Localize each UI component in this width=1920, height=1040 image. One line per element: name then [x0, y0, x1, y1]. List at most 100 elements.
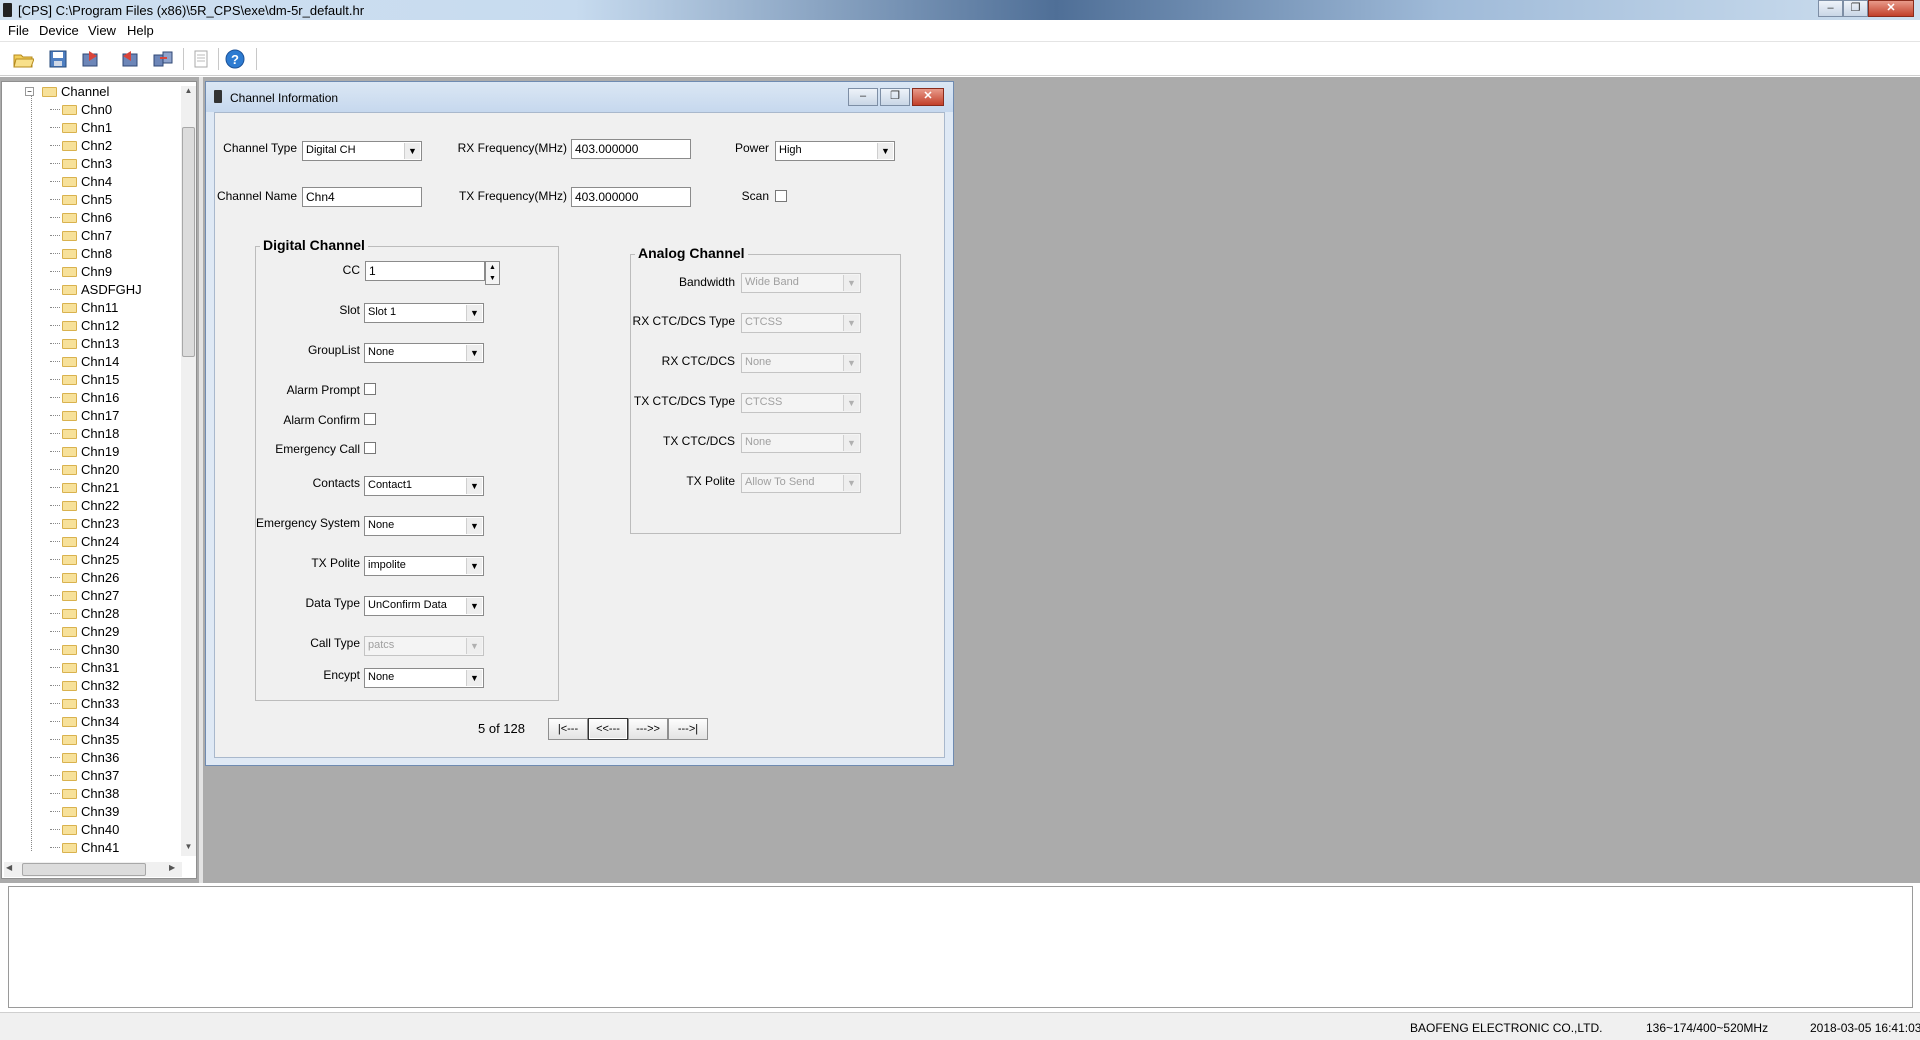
- scroll-down-arrow[interactable]: ▼: [181, 842, 196, 855]
- cc-spinner[interactable]: ▲ ▼: [485, 261, 500, 285]
- tree-item[interactable]: Chn1: [50, 120, 112, 138]
- emergency-call-checkbox[interactable]: [364, 442, 376, 454]
- scroll-right-arrow[interactable]: ▶: [169, 863, 175, 872]
- tree-root-channel[interactable]: Channel: [42, 84, 109, 102]
- alarm-confirm-checkbox[interactable]: [364, 413, 376, 425]
- tree-item[interactable]: Chn24: [50, 534, 119, 552]
- channel-tree[interactable]: − Channel Chn0 Chn1 Chn2 Chn3 Chn4 Chn5 Chn6 Ch…: [1, 81, 197, 879]
- encrypt-select[interactable]: None ▼: [364, 668, 484, 688]
- scan-checkbox[interactable]: [775, 190, 787, 202]
- tree-vertical-scrollbar[interactable]: ▲ ▼: [181, 86, 196, 856]
- tree-item-label: Chn4: [81, 174, 113, 189]
- tree-item[interactable]: Chn33: [50, 696, 119, 714]
- tree-item[interactable]: Chn12: [50, 318, 119, 336]
- tree-item[interactable]: Chn14: [50, 354, 119, 372]
- tree-item[interactable]: Chn40: [50, 822, 119, 840]
- tx-frequency-input[interactable]: 403.000000: [571, 187, 691, 207]
- tree-item[interactable]: Chn23: [50, 516, 119, 534]
- tree-item[interactable]: Chn30: [50, 642, 119, 660]
- tree-item[interactable]: Chn35: [50, 732, 119, 750]
- contacts-select[interactable]: Contact1 ▼: [364, 476, 484, 496]
- tree-item[interactable]: Chn21: [50, 480, 119, 498]
- tree-item[interactable]: Chn26: [50, 570, 119, 588]
- alarm-prompt-checkbox[interactable]: [364, 383, 376, 395]
- folder-icon: [62, 537, 77, 547]
- channel-type-select[interactable]: Digital CH ▼: [302, 141, 422, 161]
- document-icon[interactable]: [190, 48, 212, 70]
- previous-record-button[interactable]: <<---: [588, 718, 628, 740]
- write-to-radio-icon[interactable]: [118, 48, 140, 70]
- tree-item[interactable]: Chn8: [50, 246, 112, 264]
- tree-item[interactable]: Chn39: [50, 804, 119, 822]
- channel-name-input[interactable]: Chn4: [302, 187, 422, 207]
- emergency-system-select[interactable]: None ▼: [364, 516, 484, 536]
- read-from-radio-icon[interactable]: [80, 48, 102, 70]
- output-log-pane[interactable]: [8, 886, 1913, 1008]
- data-type-select[interactable]: UnConfirm Data ▼: [364, 596, 484, 616]
- save-icon[interactable]: [47, 48, 69, 70]
- open-folder-icon[interactable]: [12, 48, 35, 70]
- rx-frequency-input[interactable]: 403.000000: [571, 139, 691, 159]
- tree-item[interactable]: Chn37: [50, 768, 119, 786]
- tree-item[interactable]: Chn17: [50, 408, 119, 426]
- slot-select[interactable]: Slot 1 ▼: [364, 303, 484, 323]
- next-record-button[interactable]: --->>: [628, 718, 668, 740]
- tree-item[interactable]: Chn4: [50, 174, 112, 192]
- tree-item[interactable]: Chn11: [50, 300, 118, 318]
- cc-input[interactable]: 1: [365, 261, 485, 281]
- tree-item[interactable]: Chn34: [50, 714, 119, 732]
- last-record-button[interactable]: --->|: [668, 718, 708, 740]
- spin-up-icon[interactable]: ▲: [486, 262, 499, 273]
- tree-item[interactable]: Chn6: [50, 210, 112, 228]
- tree-horizontal-scrollbar[interactable]: ◀ ▶: [4, 862, 182, 877]
- tree-item[interactable]: Chn18: [50, 426, 119, 444]
- tree-item[interactable]: Chn9: [50, 264, 112, 282]
- scroll-left-arrow[interactable]: ◀: [6, 863, 12, 872]
- tree-item[interactable]: Chn32: [50, 678, 119, 696]
- chevron-down-icon: ▼: [877, 143, 893, 159]
- tree-item[interactable]: Chn29: [50, 624, 119, 642]
- menu-view[interactable]: View: [88, 23, 116, 38]
- menu-device[interactable]: Device: [39, 23, 79, 38]
- tree-item[interactable]: Chn19: [50, 444, 119, 462]
- power-select[interactable]: High ▼: [775, 141, 895, 161]
- tree-item[interactable]: Chn0: [50, 102, 112, 120]
- grouplist-select[interactable]: None ▼: [364, 343, 484, 363]
- minimize-button[interactable]: –: [1818, 0, 1843, 17]
- tree-item[interactable]: Chn16: [50, 390, 119, 408]
- help-icon[interactable]: ?: [224, 48, 246, 70]
- child-minimize-button[interactable]: –: [848, 88, 878, 106]
- close-button[interactable]: ✕: [1868, 0, 1914, 17]
- spin-down-icon[interactable]: ▼: [486, 273, 499, 284]
- tree-item[interactable]: Chn36: [50, 750, 119, 768]
- tree-item[interactable]: Chn25: [50, 552, 119, 570]
- maximize-button[interactable]: ❐: [1843, 0, 1868, 17]
- tree-item[interactable]: Chn7: [50, 228, 112, 246]
- menu-help[interactable]: Help: [127, 23, 154, 38]
- h-scroll-thumb[interactable]: [22, 863, 146, 876]
- tree-item[interactable]: Chn5: [50, 192, 112, 210]
- scroll-thumb[interactable]: [182, 127, 195, 357]
- tree-item[interactable]: Chn2: [50, 138, 112, 156]
- menu-file[interactable]: File: [8, 23, 29, 38]
- tree-item[interactable]: Chn28: [50, 606, 119, 624]
- tx-polite-select[interactable]: impolite ▼: [364, 556, 484, 576]
- tree-item[interactable]: ASDFGHJ: [50, 282, 142, 300]
- tree-item[interactable]: Chn41: [50, 840, 119, 858]
- first-record-button[interactable]: |<---: [548, 718, 588, 740]
- tree-item[interactable]: Chn27: [50, 588, 119, 606]
- child-close-button[interactable]: ✕: [912, 88, 944, 106]
- child-restore-button[interactable]: ❐: [880, 88, 910, 106]
- tree-item[interactable]: Chn31: [50, 660, 119, 678]
- tree-item[interactable]: Chn3: [50, 156, 112, 174]
- tree-item[interactable]: Chn38: [50, 786, 119, 804]
- program-icon[interactable]: [152, 48, 174, 70]
- tree-item[interactable]: Chn15: [50, 372, 119, 390]
- tree-item[interactable]: Chn20: [50, 462, 119, 480]
- tree-item[interactable]: Chn13: [50, 336, 119, 354]
- tree-item[interactable]: Chn22: [50, 498, 119, 516]
- collapse-toggle[interactable]: −: [25, 87, 34, 96]
- svg-text:?: ?: [231, 52, 239, 67]
- splitter[interactable]: [199, 77, 203, 883]
- scroll-up-arrow[interactable]: ▲: [181, 86, 196, 99]
